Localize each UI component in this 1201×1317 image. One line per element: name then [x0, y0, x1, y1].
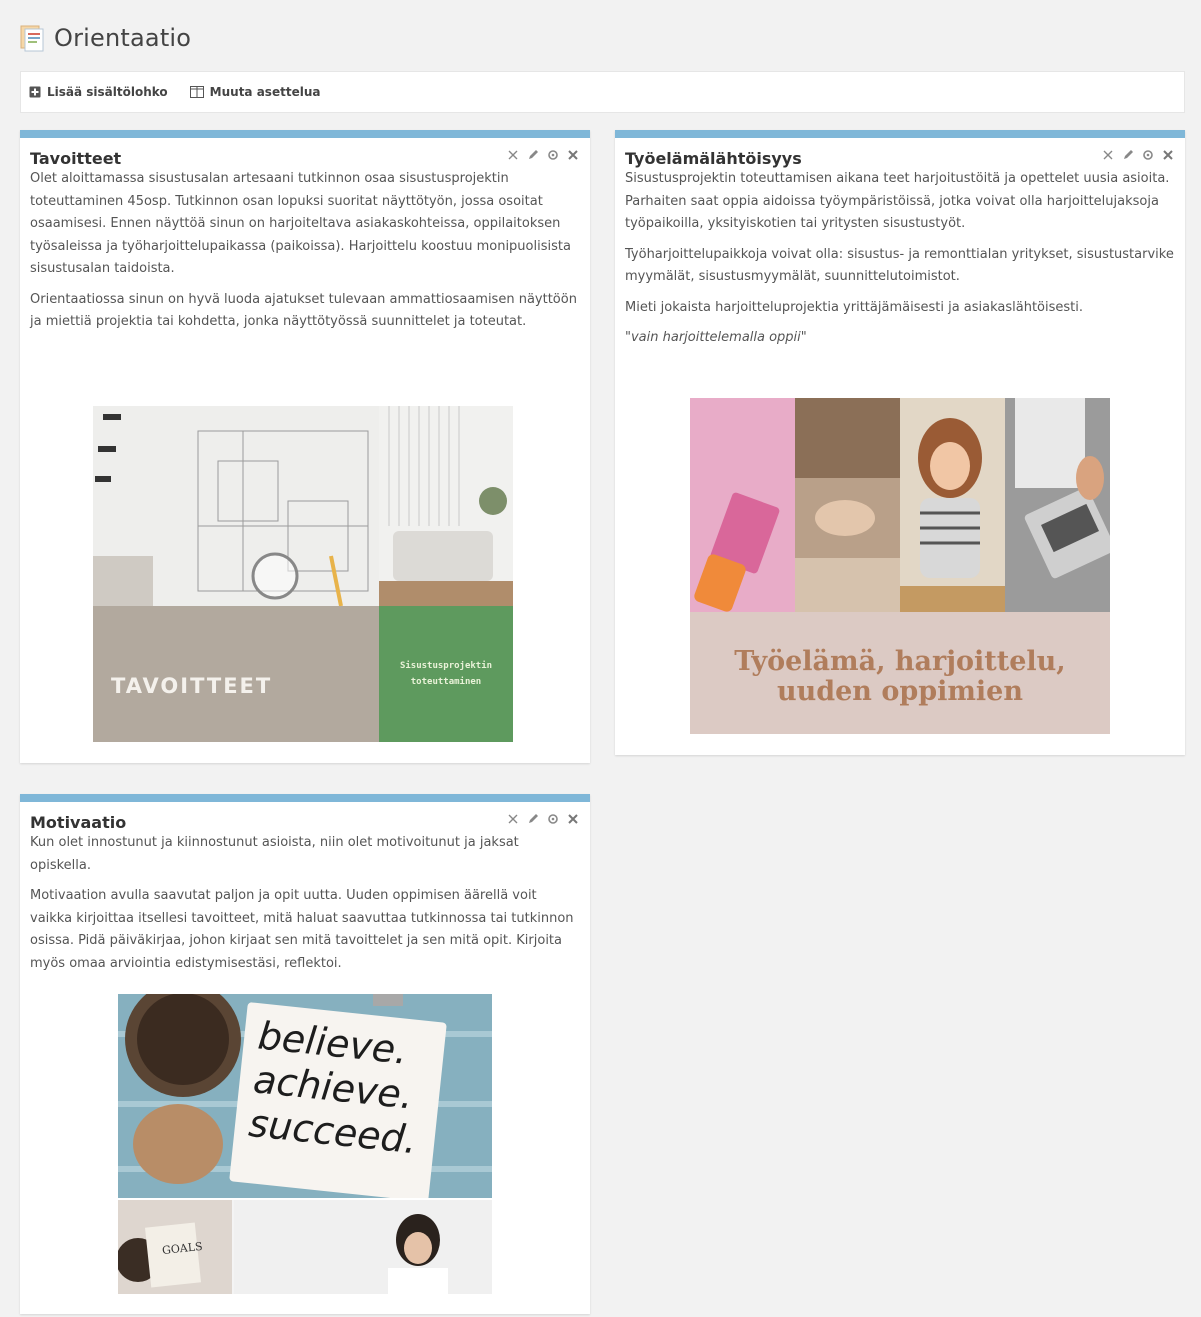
image-heading: uuden oppimien	[776, 676, 1023, 707]
change-layout-button[interactable]: Muuta asettelua	[189, 85, 321, 99]
quote: "vain harjoittelemalla oppii"	[625, 330, 807, 345]
block-controls	[1101, 148, 1175, 162]
paint-brush-photo	[690, 398, 795, 612]
believe-achieve-succeed-photo: believe. achieve. succeed.	[118, 994, 492, 1202]
settings-icon[interactable]	[546, 148, 560, 162]
change-layout-label: Muuta asettelua	[209, 85, 321, 99]
image-subtext: toteuttaminen	[410, 677, 482, 687]
document-pages-icon	[20, 23, 46, 53]
image-caption-panel: TAVOITTEET	[93, 606, 379, 742]
image-subtext: Sisustusprojektin	[399, 661, 493, 671]
columns-icon	[189, 86, 204, 98]
page-header: Orientaatio	[20, 18, 191, 58]
edit-pencil-icon[interactable]	[1121, 148, 1135, 162]
floor-plan-photo	[93, 406, 513, 607]
motivaatio-image: believe. achieve. succeed. GOALS	[118, 994, 492, 1294]
paragraph: Työharjoittelupaikkoja voivat olla: sisu…	[625, 246, 1174, 285]
edit-pencil-icon[interactable]	[526, 812, 540, 826]
toolbar: Lisää sisältölohko Muuta asettelua	[20, 71, 1185, 113]
edit-pencil-icon[interactable]	[526, 148, 540, 162]
image-heading: TAVOITTEET	[111, 674, 273, 698]
block-motivaatio: Motivaatio Kun olet innostunut ja kiinno…	[20, 794, 590, 1314]
settings-icon[interactable]	[1141, 148, 1155, 162]
add-block-label: Lisää sisältölohko	[47, 85, 168, 99]
paragraph: Olet aloittamassa sisustusalan artesaani…	[30, 171, 571, 276]
paragraph: Motivaation avulla saavutat paljon ja op…	[30, 888, 574, 971]
block-tyoelama: Työelämälähtöisyys Sisustusprojektin tot…	[615, 130, 1185, 755]
block-title: Työelämälähtöisyys	[625, 149, 802, 168]
close-icon[interactable]	[566, 812, 580, 826]
paragraph: Kun olet innostunut ja kiinnostunut asio…	[30, 835, 519, 873]
woman-portrait-photo	[900, 398, 1005, 612]
tyoelama-image: Työelämä, harjoittelu, uuden oppimien	[690, 398, 1110, 734]
close-icon[interactable]	[566, 148, 580, 162]
plus-square-icon	[29, 86, 41, 98]
sewing-photo	[795, 398, 900, 612]
office-collage-photo: GOALS	[118, 1200, 492, 1294]
block-controls	[506, 812, 580, 826]
paragraph: Orientaatiossa sinun on hyvä luoda ajatu…	[30, 291, 577, 330]
page-title: Orientaatio	[54, 24, 192, 52]
block-title: Motivaatio	[30, 813, 127, 832]
minimize-icon[interactable]	[1101, 148, 1115, 162]
block-tavoitteet: Tavoitteet Olet aloittamassa sisustusala…	[20, 130, 590, 763]
image-subcaption-panel: Sisustusprojektin toteuttaminen	[379, 606, 513, 742]
image-heading: Työelämä, harjoittelu,	[734, 646, 1066, 677]
add-block-button[interactable]: Lisää sisältölohko	[29, 85, 168, 99]
minimize-icon[interactable]	[506, 148, 520, 162]
minimize-icon[interactable]	[506, 812, 520, 826]
block-title: Tavoitteet	[30, 149, 122, 168]
settings-icon[interactable]	[546, 812, 560, 826]
paragraph: Sisustusprojektin toteuttamisen aikana t…	[625, 171, 1170, 231]
paragraph: Mieti jokaista harjoitteluprojektia yrit…	[625, 299, 1084, 315]
laptop-photo	[1005, 398, 1110, 612]
image-caption-panel: Työelämä, harjoittelu, uuden oppimien	[690, 612, 1110, 734]
close-icon[interactable]	[1161, 148, 1175, 162]
block-controls	[506, 148, 580, 162]
tavoitteet-image: TAVOITTEET Sisustusprojektin toteuttamin…	[93, 406, 513, 742]
